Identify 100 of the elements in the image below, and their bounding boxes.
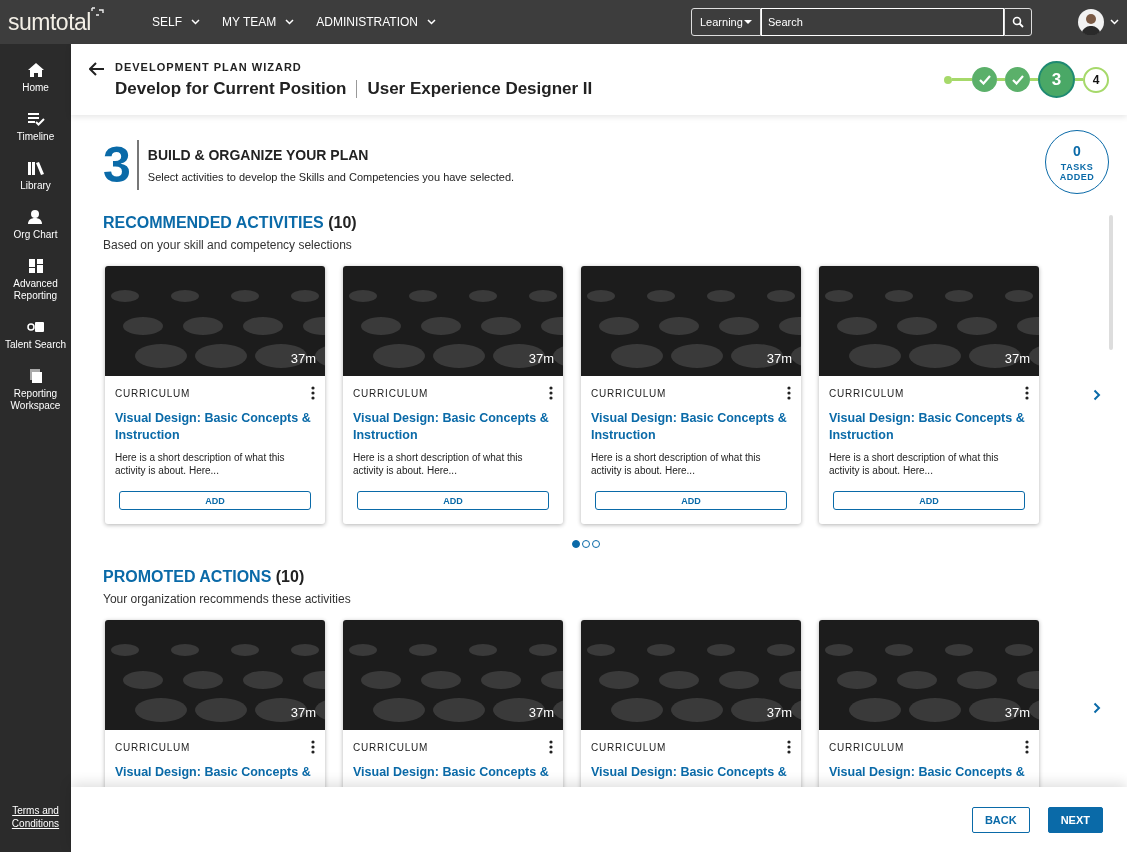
sidebar-item[interactable]: Timeline [1, 111, 70, 143]
activity-description: Here is a short description of what this activity is about. Here... [591, 451, 762, 478]
activity-card[interactable]: 37m CURRICULUM Visual Design: Basic Concepts & Instruction Here is a short description of what this activity is about. Here... ADD [819, 266, 1039, 524]
more-options-icon[interactable] [1025, 740, 1029, 754]
activity-title[interactable]: Visual Design: Basic Concepts & Instruction [591, 410, 791, 444]
duration-label: 37m [766, 705, 792, 720]
activity-title[interactable]: Visual Design: Basic Concepts & Instruction [115, 410, 315, 444]
start-dot [944, 75, 952, 84]
activity-card[interactable]: 37m CURRICULUM Visual Design: Basic Concepts & [105, 620, 325, 787]
search-icon [1012, 16, 1024, 28]
nav-menu[interactable]: SELF [152, 15, 200, 29]
id-card-icon [26, 319, 45, 335]
home-icon [26, 62, 45, 78]
activity-title[interactable]: Visual Design: Basic Concepts & Instruction [353, 410, 553, 444]
connector-line [952, 78, 972, 81]
more-options-icon[interactable] [549, 740, 553, 754]
step-title: BUILD & ORGANIZE YOUR PLAN [147, 146, 370, 163]
page-title: Develop for Current Position [115, 78, 347, 99]
caret-icon [744, 19, 752, 25]
checklist-icon [26, 111, 45, 127]
chevron-down-icon[interactable] [1110, 19, 1119, 25]
avatar[interactable] [1078, 9, 1104, 35]
sidebar-item[interactable]: Org Chart [1, 209, 70, 241]
add-button[interactable]: ADD [833, 491, 1025, 510]
corner-marks-icon [90, 6, 105, 19]
activity-title[interactable]: Visual Design: Basic Concepts & [353, 764, 553, 781]
more-options-icon[interactable] [787, 740, 791, 754]
next-button[interactable]: NEXT [1047, 806, 1103, 833]
search-button[interactable] [1004, 8, 1032, 36]
sidebar-item[interactable]: Library [1, 160, 70, 192]
more-options-icon[interactable] [311, 740, 315, 754]
nav-menu[interactable]: ADMINISTRATION [316, 15, 437, 29]
activity-card[interactable]: 37m CURRICULUM Visual Design: Basic Concepts & Instruction Here is a short description of what this activity is about. Here... ADD [105, 266, 325, 524]
wizard-label: DEVELOPMENT PLAN WIZARD [115, 60, 303, 73]
item-count: (10) [328, 214, 357, 231]
duration-label: 37m [528, 351, 554, 366]
section-subtitle: Based on your skill and competency selections [103, 238, 353, 252]
step-number: 3 [103, 139, 139, 190]
wizard-step[interactable]: 4 [1083, 66, 1109, 93]
section-title: PROMOTED ACTIONS [103, 568, 272, 585]
add-button[interactable]: ADD [119, 491, 311, 510]
pager-dot[interactable] [572, 540, 580, 548]
sidebar-item[interactable]: Home [1, 62, 70, 94]
more-options-icon[interactable] [311, 386, 315, 400]
activity-description: Here is a short description of what this activity is about. Here... [115, 451, 286, 478]
back-button[interactable]: BACK [971, 806, 1030, 833]
search-field[interactable]: Search [761, 8, 1004, 36]
activity-card[interactable]: 37m CURRICULUM Visual Design: Basic Concepts & [343, 620, 563, 787]
activity-title[interactable]: Visual Design: Basic Concepts & Instruction [829, 410, 1029, 444]
sidebar-item[interactable]: Advanced Reporting [1, 258, 70, 302]
item-count: (10) [275, 568, 305, 585]
activity-card[interactable]: 37m CURRICULUM Visual Design: Basic Concepts & Instruction Here is a short description of what this activity is about. Here... ADD [581, 266, 801, 524]
pager-dot[interactable] [592, 540, 600, 548]
activity-title[interactable]: Visual Design: Basic Concepts & [829, 764, 1029, 781]
wizard-step[interactable] [972, 67, 997, 92]
duration-label: 37m [528, 705, 554, 720]
activity-type: CURRICULUM [115, 387, 191, 399]
activity-type: CURRICULUM [829, 741, 905, 753]
wizard-step[interactable] [1005, 67, 1030, 92]
step-description: Select activities to develop the Skills and Competencies you have selected. [147, 170, 515, 183]
activity-card[interactable]: 37m CURRICULUM Visual Design: Basic Concepts & [819, 620, 1039, 787]
chevron-down-icon [285, 19, 295, 25]
back-arrow-icon[interactable] [89, 61, 105, 76]
position-title: User Experience Designer II [367, 78, 593, 99]
pager-dot[interactable] [582, 540, 590, 548]
books-icon [26, 160, 45, 176]
terms-link[interactable]: Terms and Conditions [10, 804, 61, 830]
nav-menu[interactable]: MY TEAM [222, 15, 295, 29]
activity-type: CURRICULUM [829, 387, 905, 399]
duration-label: 37m [290, 705, 316, 720]
chevron-right-icon[interactable] [1093, 701, 1101, 714]
chevron-down-icon [427, 19, 437, 25]
duration-label: 37m [1004, 705, 1030, 720]
section-subtitle: Your organization recommends these activities [103, 592, 352, 606]
activity-description: Here is a short description of what this activity is about. Here... [829, 451, 1000, 478]
add-button[interactable]: ADD [357, 491, 549, 510]
more-options-icon[interactable] [549, 386, 553, 400]
chevron-down-icon [191, 19, 200, 25]
activity-type: CURRICULUM [353, 741, 429, 753]
duration-label: 37m [1004, 351, 1030, 366]
sidebar-item[interactable]: Talent Search [1, 319, 70, 351]
add-button[interactable]: ADD [595, 491, 787, 510]
activity-card[interactable]: 37m CURRICULUM Visual Design: Basic Concepts & [581, 620, 801, 787]
activity-card[interactable]: 37m CURRICULUM Visual Design: Basic Concepts & Instruction Here is a short description of what this activity is about. Here... ADD [343, 266, 563, 524]
more-options-icon[interactable] [787, 386, 791, 400]
logo: sumtotal [8, 8, 91, 36]
activity-title[interactable]: Visual Design: Basic Concepts & [115, 764, 315, 781]
dashboard-icon [26, 258, 45, 274]
activity-type: CURRICULUM [591, 741, 667, 753]
activity-title[interactable]: Visual Design: Basic Concepts & [591, 764, 791, 781]
sidebar-item[interactable]: Reporting Workspace [1, 368, 70, 412]
duration-label: 37m [290, 351, 316, 366]
section-title: RECOMMENDED ACTIVITIES [103, 214, 324, 231]
activity-type: CURRICULUM [115, 741, 191, 753]
chevron-right-icon[interactable] [1093, 389, 1101, 401]
more-options-icon[interactable] [1025, 386, 1029, 400]
person-icon [26, 209, 45, 225]
search-scope-dropdown[interactable]: Learning [691, 8, 761, 36]
activity-type: CURRICULUM [353, 387, 429, 399]
activity-type: CURRICULUM [591, 387, 667, 399]
